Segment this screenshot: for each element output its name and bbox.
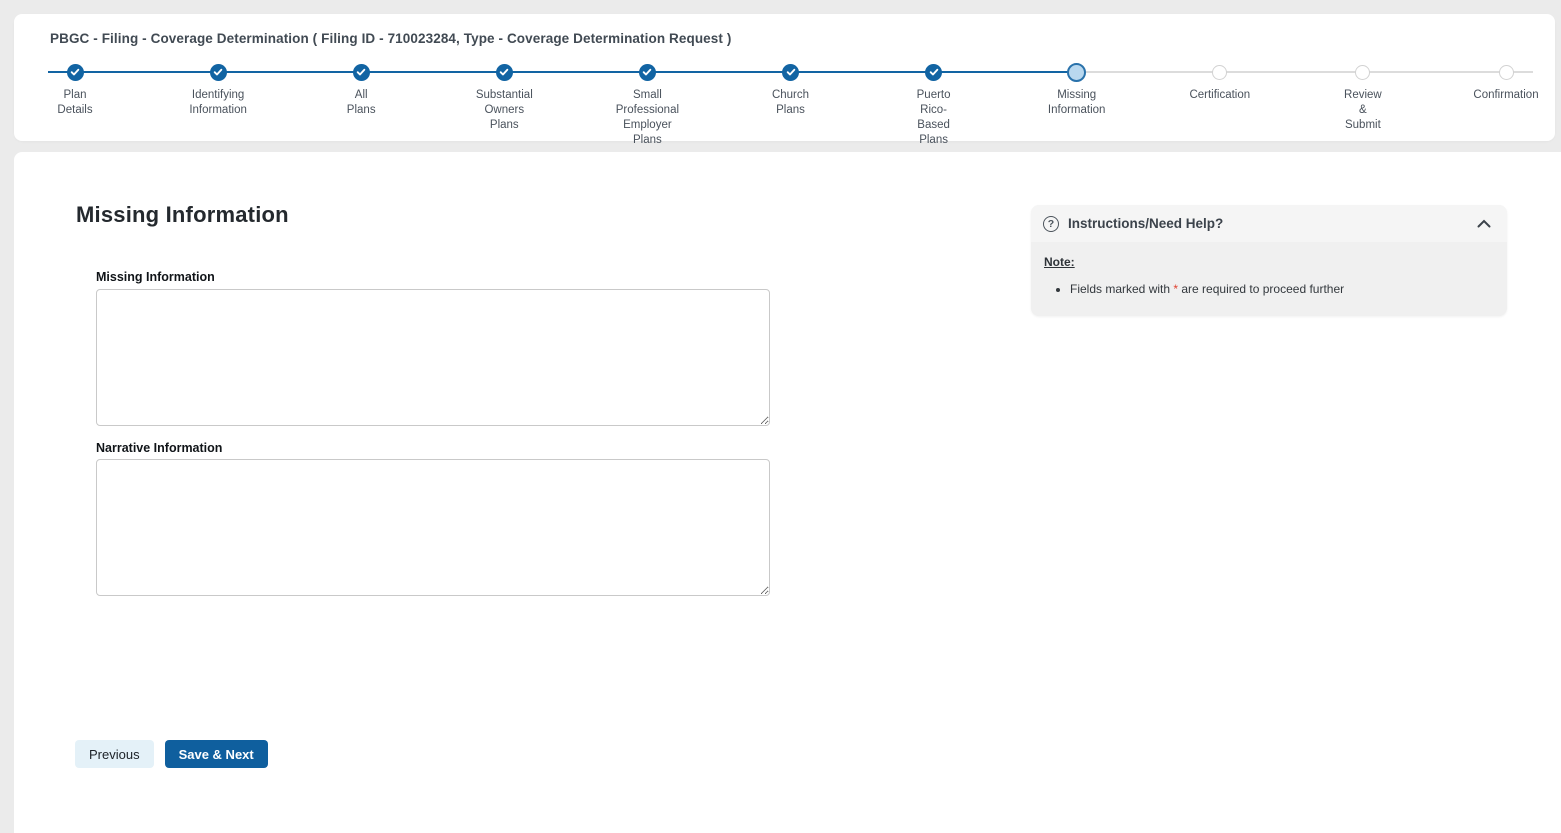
- instructions-panel: ? Instructions/Need Help? Note: Fields m…: [1031, 205, 1507, 316]
- step-label: All Plans: [346, 89, 376, 116]
- step-label: Certification: [1189, 89, 1251, 101]
- step-label: Small Professional Employer Plans: [615, 89, 680, 146]
- check-icon: [500, 68, 509, 76]
- check-icon: [929, 68, 938, 76]
- check-icon: [643, 68, 652, 76]
- stepper-line-complete: [48, 71, 1077, 73]
- step-future-circle[interactable]: [1498, 64, 1514, 80]
- progress-stepper: Plan Details Identifying Information All Plan…: [14, 14, 1555, 146]
- step-future-circle[interactable]: [1355, 64, 1371, 80]
- step-label: Confirmation: [1473, 89, 1539, 101]
- step-label: Substantial Owners Plans: [475, 89, 533, 131]
- previous-button[interactable]: Previous: [75, 740, 154, 768]
- step-future-circle[interactable]: [1212, 64, 1228, 80]
- narrative-information-textarea[interactable]: [96, 459, 770, 596]
- page-title: Missing Information: [76, 202, 289, 227]
- missing-information-label: Missing Information: [96, 270, 215, 284]
- chevron-up-icon[interactable]: [1477, 219, 1491, 228]
- question-circle-icon: ?: [1043, 215, 1059, 232]
- instructions-panel-title: Instructions/Need Help?: [1068, 216, 1224, 231]
- step-label: Review & Submit: [1344, 89, 1382, 131]
- step-label: Plan Details: [57, 89, 93, 116]
- note-list: Fields marked with * are required to pro…: [1070, 282, 1493, 297]
- form-actions: Previous Save & Next: [75, 740, 268, 768]
- form-card: Missing Information Missing Information …: [14, 152, 1561, 833]
- step-complete-icon[interactable]: [352, 63, 370, 81]
- narrative-information-label: Narrative Information: [96, 441, 223, 455]
- step-complete-icon[interactable]: [638, 63, 656, 81]
- save-next-button[interactable]: Save & Next: [164, 740, 268, 768]
- note-item: Fields marked with * are required to pro…: [1070, 282, 1493, 297]
- step-complete-icon[interactable]: [495, 63, 513, 81]
- check-icon: [213, 68, 223, 76]
- filing-header-card: PBGC - Filing - Coverage Determination (…: [14, 14, 1555, 146]
- step-label: Puerto Rico- Based Plans: [916, 89, 951, 146]
- missing-information-textarea[interactable]: [96, 289, 770, 426]
- step-label: Missing Information: [1047, 89, 1106, 116]
- instructions-panel-body: Note: Fields marked with * are required …: [1031, 242, 1507, 297]
- step-complete-icon[interactable]: [782, 63, 799, 81]
- step-complete-icon[interactable]: [66, 63, 84, 81]
- check-icon: [356, 68, 366, 76]
- instructions-panel-header[interactable]: ? Instructions/Need Help?: [1031, 205, 1507, 242]
- step-complete-icon[interactable]: [209, 63, 227, 81]
- step-label: Church Plans: [771, 89, 810, 116]
- stepper-line-upcoming: [1076, 71, 1533, 73]
- check-icon: [70, 68, 80, 76]
- note-label: Note:: [1044, 255, 1075, 269]
- step-label: Identifying Information: [189, 89, 247, 116]
- step-complete-icon[interactable]: [925, 63, 943, 81]
- check-icon: [786, 68, 795, 76]
- step-current-circle[interactable]: [1067, 62, 1087, 82]
